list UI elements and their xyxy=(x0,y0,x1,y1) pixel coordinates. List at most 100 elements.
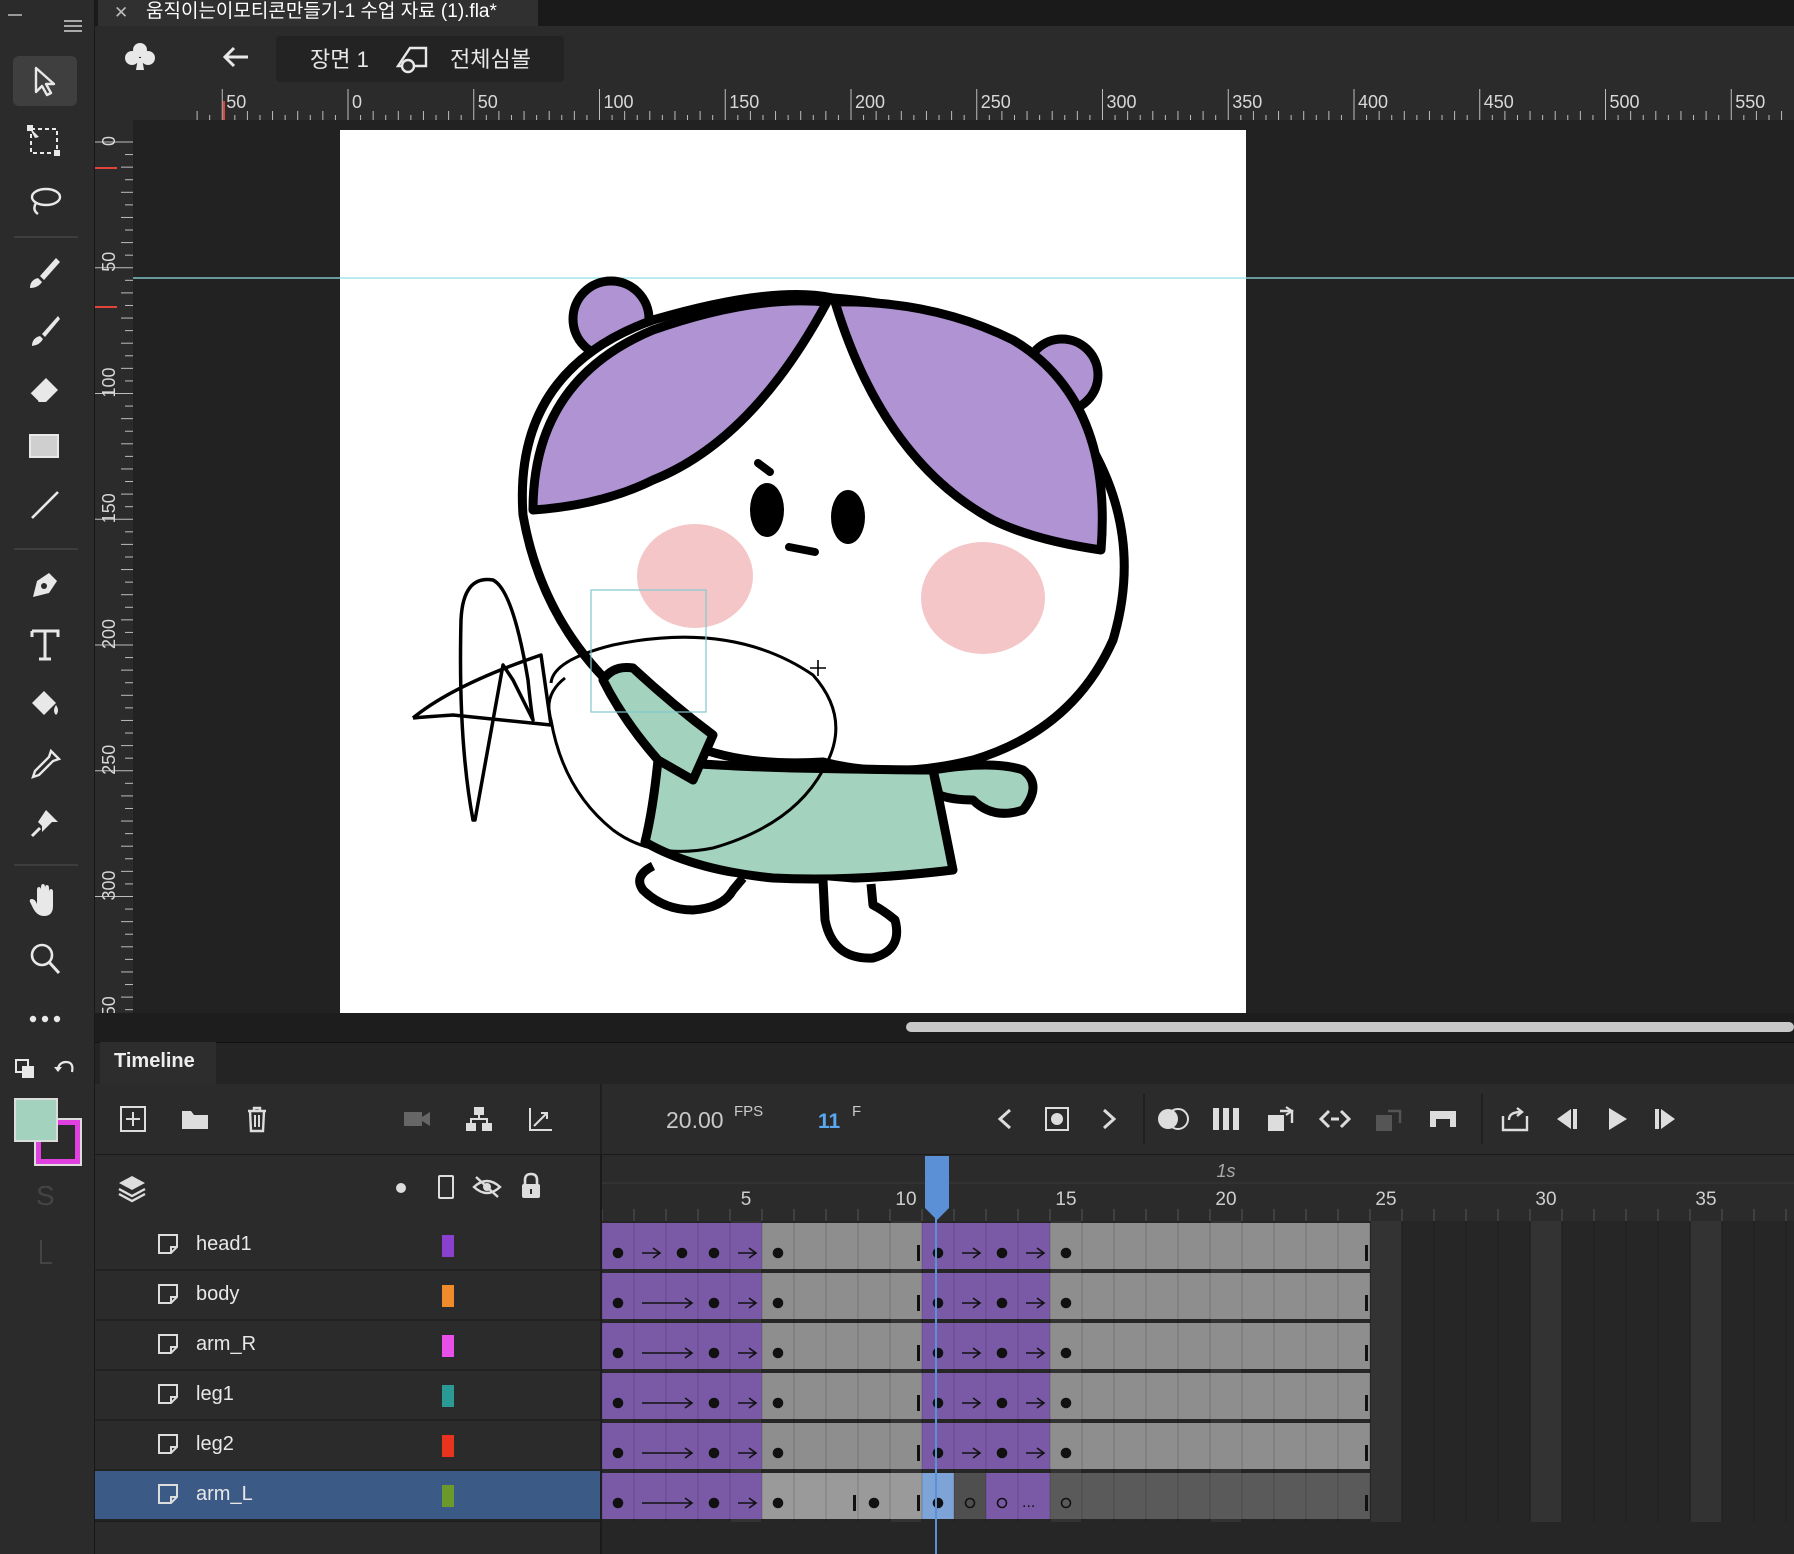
layer-name[interactable]: leg1 xyxy=(196,1383,234,1406)
swap-colors-icon[interactable] xyxy=(14,1058,38,1087)
lasso-tool-icon[interactable] xyxy=(13,176,77,226)
leg-right xyxy=(818,879,902,963)
ruler-top-label: 0 xyxy=(352,92,362,112)
layer-row-arm_R[interactable]: arm_R xyxy=(95,1321,600,1371)
delete-layer-icon[interactable] xyxy=(235,1097,279,1141)
frame-row-arm_R[interactable] xyxy=(602,1323,1371,1369)
previous-keyframe-icon[interactable] xyxy=(983,1097,1027,1141)
symbol-label[interactable]: 전체심볼 xyxy=(450,42,531,74)
layer-name[interactable]: body xyxy=(196,1283,239,1306)
layer-parenting-icon[interactable] xyxy=(457,1097,501,1141)
layers-stack-icon[interactable] xyxy=(117,1173,147,1208)
eraser-tool-icon[interactable] xyxy=(13,364,77,414)
text-tool-icon[interactable] xyxy=(13,620,77,670)
right-eye xyxy=(831,490,865,544)
step-back-icon[interactable] xyxy=(1543,1097,1587,1141)
insert-keyframe-icon[interactable] xyxy=(1035,1097,1079,1141)
ruler-left-label: 100 xyxy=(99,367,119,397)
frame-row-head1[interactable] xyxy=(602,1223,1371,1269)
back-arrow-icon[interactable] xyxy=(220,44,250,75)
layer-row-head1[interactable]: head1 xyxy=(95,1221,600,1271)
frames-footer xyxy=(602,1522,1794,1554)
horizontal-ruler[interactable]: 50 0 50 100 150 200 250 300 350 400 450 500 550 xyxy=(120,89,1794,120)
default-colors-icon[interactable] xyxy=(52,1058,76,1087)
new-layer-icon[interactable] xyxy=(111,1097,155,1141)
layer-color-swatch[interactable] xyxy=(442,1335,454,1357)
center-frame-icon[interactable] xyxy=(1421,1097,1465,1141)
frame-row-leg1[interactable] xyxy=(602,1373,1371,1419)
highlight-layer-icon[interactable] xyxy=(396,1183,406,1193)
layer-row-leg1[interactable]: leg1 xyxy=(95,1371,600,1421)
ruler-top-label: 500 xyxy=(1610,92,1640,112)
zoom-tool-icon[interactable] xyxy=(13,934,77,984)
fps-label: FPS xyxy=(734,1103,764,1120)
pen-tool-icon[interactable] xyxy=(13,560,77,610)
star-scribble[interactable] xyxy=(411,577,553,822)
onion-skin-icon[interactable] xyxy=(1151,1097,1195,1141)
layer-color-swatch[interactable] xyxy=(442,1485,454,1507)
layer-row-body[interactable]: body xyxy=(95,1271,600,1321)
paint-brush-tool-icon[interactable] xyxy=(13,248,77,298)
layer-name[interactable]: leg2 xyxy=(196,1433,234,1456)
fill-color-swatch[interactable] xyxy=(14,1098,58,1142)
layer-color-swatch[interactable] xyxy=(442,1435,454,1457)
left-cheek xyxy=(637,524,753,628)
next-keyframe-icon[interactable] xyxy=(1087,1097,1131,1141)
layer-name[interactable]: arm_L xyxy=(196,1483,253,1506)
asset-warp-tool-icon[interactable] xyxy=(13,798,77,848)
horizontal-scrollbar[interactable] xyxy=(906,1022,1794,1032)
paste-frames-icon[interactable] xyxy=(1367,1097,1411,1141)
free-transform-tool-icon[interactable] xyxy=(13,116,77,166)
lock-icon[interactable] xyxy=(519,1171,543,1206)
layer-name[interactable]: arm_R xyxy=(196,1333,256,1356)
layer-name[interactable]: head1 xyxy=(196,1233,252,1256)
outline-layer-icon[interactable] xyxy=(438,1175,454,1199)
timeline-tab[interactable]: Timeline xyxy=(100,1042,216,1084)
brush-tool-icon[interactable] xyxy=(13,306,77,356)
hand-tool-icon[interactable] xyxy=(13,876,77,926)
convert-to-symbol-icon[interactable] xyxy=(1259,1097,1303,1141)
play-icon[interactable] xyxy=(1595,1097,1639,1141)
layer-row-leg2[interactable]: leg2 xyxy=(95,1421,600,1471)
ruler-top-label: 250 xyxy=(981,92,1011,112)
step-forward-icon[interactable] xyxy=(1645,1097,1689,1141)
more-tools-icon[interactable] xyxy=(13,994,77,1044)
scene-label[interactable]: 장면 1 xyxy=(310,42,369,74)
playhead-handle[interactable] xyxy=(924,1156,950,1222)
layer-color-swatch[interactable] xyxy=(442,1385,454,1407)
layer-icon xyxy=(158,1484,178,1504)
layer-icon xyxy=(158,1384,178,1404)
loop-playback-icon[interactable] xyxy=(1493,1097,1537,1141)
layer-icon xyxy=(158,1234,178,1254)
panel-menu-icon[interactable] xyxy=(64,20,82,32)
new-folder-icon[interactable] xyxy=(173,1097,217,1141)
paint-bucket-tool-icon[interactable] xyxy=(13,680,77,730)
eyedropper-tool-icon[interactable] xyxy=(13,740,77,790)
smooth-icon: S xyxy=(36,1180,55,1211)
layer-color-swatch[interactable] xyxy=(442,1235,454,1257)
stage-artwork[interactable] xyxy=(133,120,1794,1013)
frame-row-leg2[interactable] xyxy=(602,1423,1371,1469)
edit-multiple-frames-icon[interactable] xyxy=(1205,1097,1249,1141)
club-symbol-icon[interactable] xyxy=(122,40,158,79)
camera-icon[interactable] xyxy=(395,1097,439,1141)
graph-icon[interactable] xyxy=(519,1097,563,1141)
frame-row-body[interactable] xyxy=(602,1273,1371,1319)
selection-tool-icon[interactable] xyxy=(13,56,77,106)
frame-ruler[interactable]: 5 10 15 20 25 30 35 1s xyxy=(601,1155,1794,1221)
document-tab[interactable]: ✕ 움직이는이모티콘만들기-1 수업 자료 (1).fla* xyxy=(98,0,538,27)
visibility-icon[interactable] xyxy=(471,1173,503,1206)
frame-row-arm_L[interactable]: ... xyxy=(602,1473,1371,1519)
loop-range-icon[interactable] xyxy=(1313,1097,1357,1141)
ruler-top-label: 50 xyxy=(226,92,246,112)
timeline-controls xyxy=(95,1084,1794,1155)
line-tool-icon[interactable] xyxy=(13,480,77,530)
vertical-ruler[interactable]: 0 50 100 150 200 250 300 350 xyxy=(95,120,133,1026)
rectangle-tool-icon[interactable] xyxy=(13,422,77,472)
layer-color-swatch[interactable] xyxy=(442,1285,454,1307)
frames-grid[interactable]: ... xyxy=(602,1221,1794,1522)
layer-row-arm_L[interactable]: arm_L xyxy=(95,1471,600,1521)
current-frame-value[interactable]: 11 xyxy=(818,1110,840,1134)
fps-value[interactable]: 20.00 xyxy=(666,1107,724,1134)
close-tab-icon[interactable]: ✕ xyxy=(114,3,128,23)
